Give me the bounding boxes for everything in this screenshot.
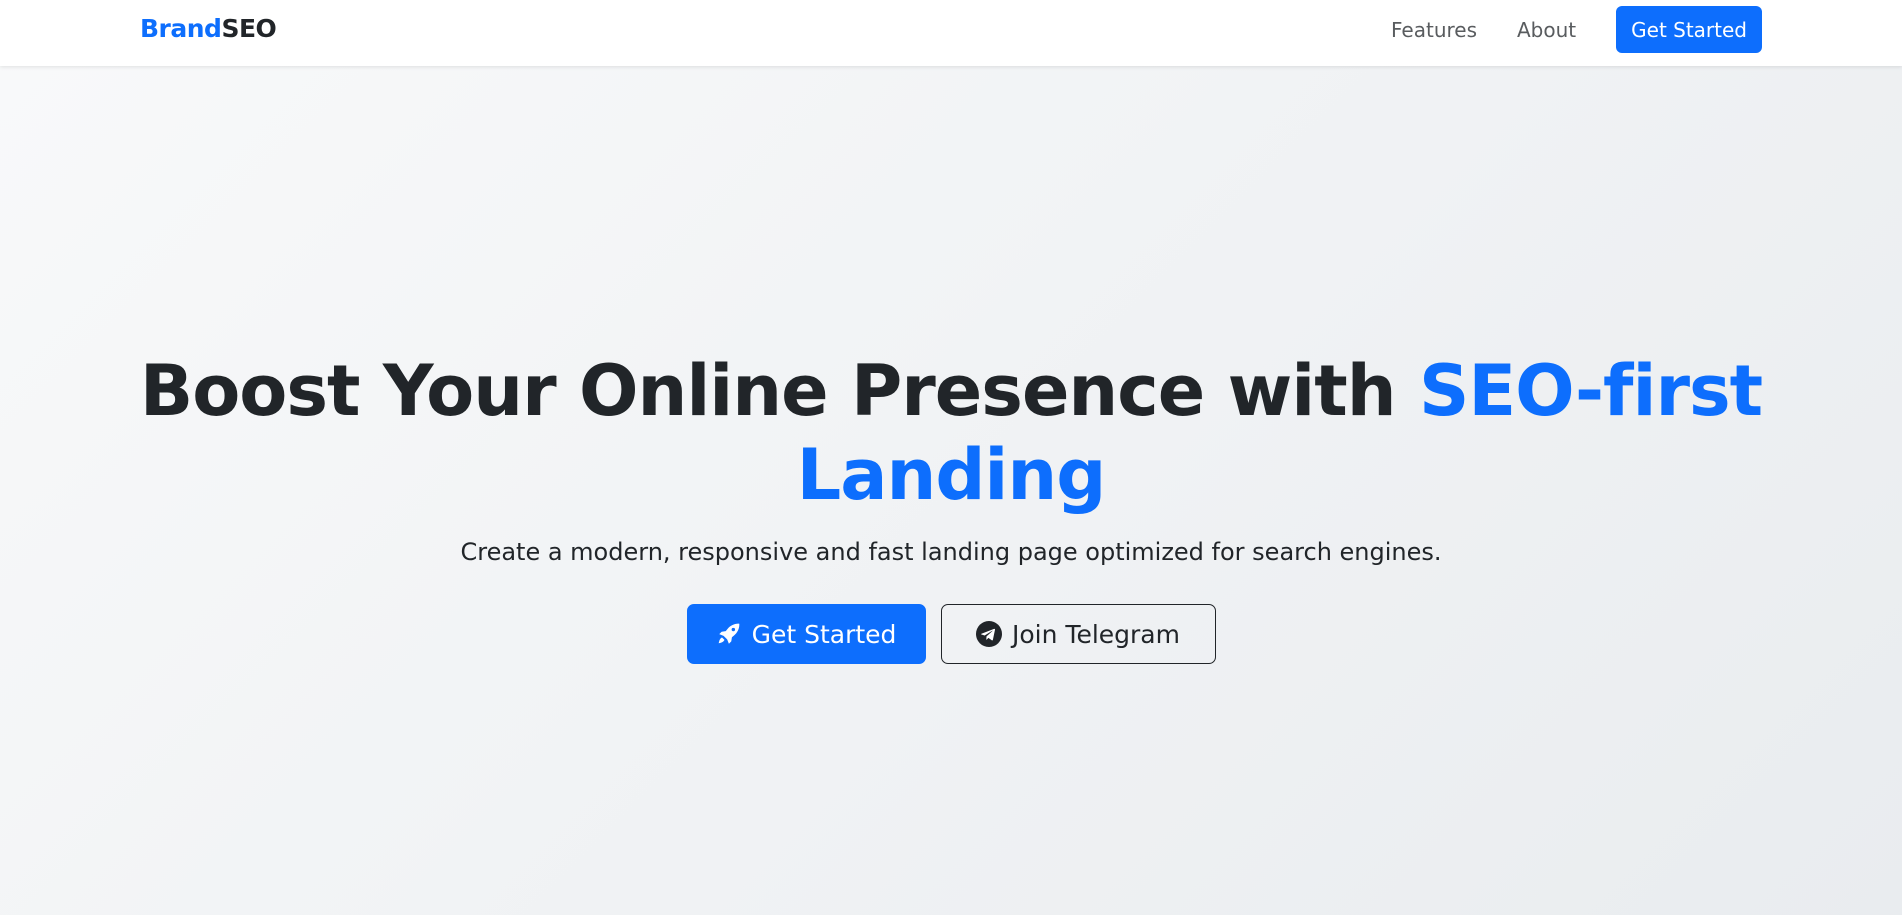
- brand-logo[interactable]: BrandSEO: [140, 14, 277, 43]
- hero-subtitle: Create a modern, responsive and fast lan…: [460, 538, 1442, 566]
- nav-get-started-button[interactable]: Get Started: [1616, 6, 1762, 53]
- join-telegram-label: Join Telegram: [1012, 619, 1180, 649]
- hero-title-main: Boost Your Online Presence with: [139, 350, 1419, 432]
- get-started-button[interactable]: Get Started: [686, 604, 926, 664]
- brand-logo-part1: Brand: [140, 14, 222, 43]
- hero-actions: Get Started Join Telegram: [0, 604, 1902, 664]
- hero-title: Boost Your Online Presence with SEO-firs…: [0, 349, 1902, 517]
- hero-section: Boost Your Online Presence with SEO-firs…: [0, 66, 1902, 915]
- nav-links: Features About Get Started: [1391, 6, 1762, 53]
- nav-link-about[interactable]: About: [1517, 18, 1576, 42]
- nav-link-features[interactable]: Features: [1391, 18, 1477, 42]
- rocket-icon: [716, 621, 742, 647]
- brand-logo-part2: SEO: [221, 14, 277, 43]
- get-started-label: Get Started: [751, 619, 897, 649]
- navbar: BrandSEO Features About Get Started: [0, 0, 1902, 66]
- join-telegram-button[interactable]: Join Telegram: [940, 604, 1216, 664]
- telegram-icon: [976, 621, 1003, 647]
